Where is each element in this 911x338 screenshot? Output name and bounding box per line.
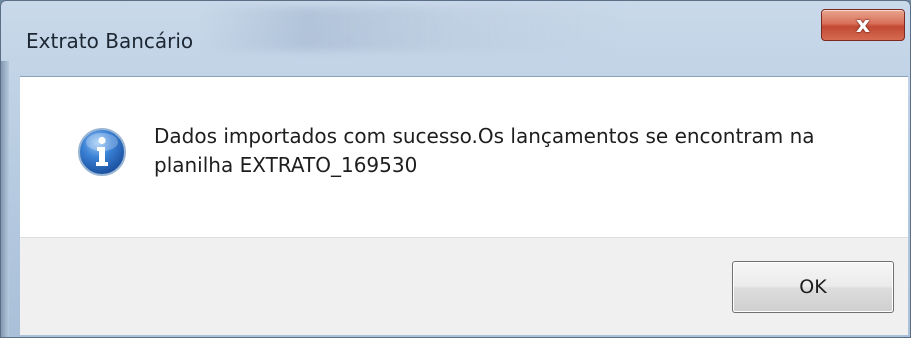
ok-button[interactable]: OK <box>732 261 894 313</box>
window-left-border <box>1 61 9 337</box>
message-dialog-window: Extrato Bancário x Dados importados com … <box>0 0 911 338</box>
message-line-1: Dados importados com sucesso.Os lançamen… <box>154 124 815 148</box>
dialog-footer: OK <box>20 237 908 335</box>
window-title: Extrato Bancário <box>26 29 194 53</box>
titlebar-background <box>201 7 621 51</box>
close-icon: x <box>855 12 871 38</box>
information-icon <box>78 128 126 176</box>
dialog-content: Dados importados com sucesso.Os lançamen… <box>20 76 908 335</box>
close-button[interactable]: x <box>821 9 905 41</box>
message-line-2: planilha EXTRATO_169530 <box>154 153 418 177</box>
message-area: Dados importados com sucesso.Os lançamen… <box>20 77 908 237</box>
dialog-message: Dados importados com sucesso.Os lançamen… <box>154 122 854 180</box>
